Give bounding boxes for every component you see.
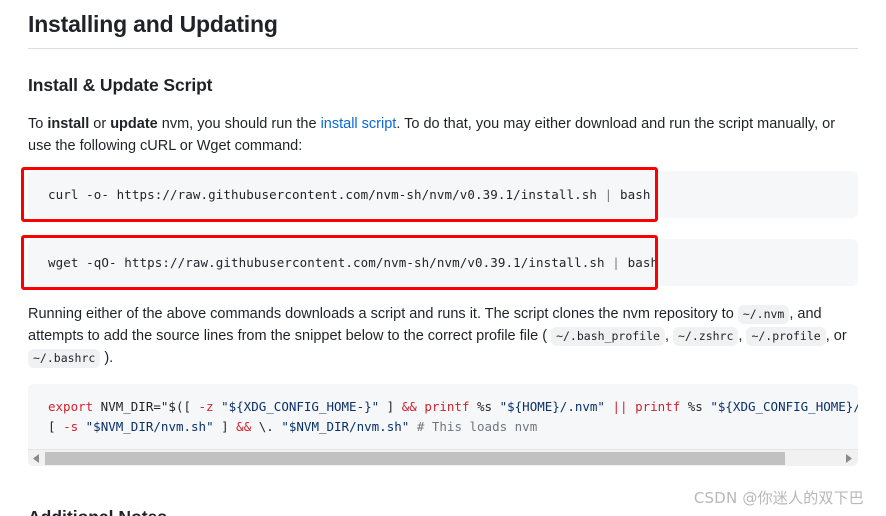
snippet-line-1: export NVM_DIR="$([ -z "${XDG_CONFIG_HOM… (48, 399, 858, 414)
curl-command-suffix: bash (612, 187, 651, 202)
snippet-horizontal-scrollbar[interactable] (28, 449, 858, 466)
code-token-s-16: "${XDG_CONFIG_HOME}/n (710, 399, 858, 414)
curl-command-prefix: curl -o- https://raw.githubusercontent.c… (48, 187, 605, 202)
explain-text-3: , (664, 328, 673, 344)
intro-text-2: or (89, 116, 111, 132)
code-token-p-3 (214, 399, 222, 414)
code-token-k-14: printf (635, 399, 681, 414)
csdn-watermark: CSDN @你迷人的双下巴 (693, 489, 864, 507)
curl-command-block[interactable]: curl -o- https://raw.githubusercontent.c… (28, 171, 858, 218)
inline-code-bashrc: ~/.bashrc (28, 349, 101, 368)
code-token-k-1: -s (63, 419, 79, 434)
code-token-c-9: # This loads nvm (416, 419, 538, 434)
code-token-k-2: -z (198, 399, 214, 414)
wget-command-wrapper: wget -qO- https://raw.githubusercontent.… (21, 235, 858, 290)
intro-paragraph: To install or update nvm, you should run… (28, 97, 858, 157)
code-token-k-12: || (612, 399, 628, 414)
scroll-right-arrow-icon[interactable] (841, 449, 858, 466)
scrollbar-thumb[interactable] (45, 451, 786, 465)
page-title: Installing and Updating (28, 11, 278, 37)
inline-code-bash-profile: ~/.bash_profile (551, 327, 665, 346)
code-token-p-9: %s (469, 399, 500, 414)
code-token-p-13 (628, 399, 636, 414)
code-token-k-6: && (401, 399, 417, 414)
scroll-left-arrow-icon[interactable] (28, 449, 45, 466)
code-token-p-0: [ (48, 419, 64, 434)
code-token-s-4: "${XDG_CONFIG_HOME-}" (221, 399, 380, 414)
nvm-source-snippet-panel: export NVM_DIR="$([ -z "${XDG_CONFIG_HOM… (28, 384, 858, 466)
code-token-k-5: && (236, 419, 252, 434)
explain-text-6: ). (100, 350, 114, 366)
code-token-p-6: \. (251, 419, 282, 434)
inline-code-zshrc: ~/.zshrc (673, 327, 739, 346)
intro-text-1: To (28, 116, 48, 132)
code-token-k-8: printf (424, 399, 470, 414)
code-token-p-2 (78, 419, 86, 434)
documentation-page: Installing and Updating Install & Update… (0, 0, 886, 516)
intro-bold-install: install (47, 116, 90, 132)
nvm-source-snippet-code[interactable]: export NVM_DIR="$([ -z "${XDG_CONFIG_HOM… (28, 384, 858, 449)
section-heading-install-update-script: Install & Update Script (28, 75, 213, 95)
code-token-s-10: "${HOME}/.nvm" (499, 399, 605, 414)
code-token-p-15: %s (680, 399, 711, 414)
code-token-k-0: export (48, 399, 94, 414)
wget-command-pipe: | (612, 255, 620, 270)
intro-text-3: nvm, you should run the (157, 116, 321, 132)
intro-bold-update: update (110, 116, 158, 132)
code-token-s-7: "$NVM_DIR/nvm.sh" (281, 419, 410, 434)
code-token-p-4: ] (213, 419, 237, 434)
inline-code-nvm-dir: ~/.nvm (737, 305, 790, 324)
section-heading-additional-notes: Additional Notes (28, 505, 167, 516)
wget-command-prefix: wget -qO- https://raw.githubusercontent.… (48, 255, 613, 270)
scrollbar-track[interactable] (45, 449, 841, 466)
code-token-p-5: ] (379, 399, 402, 414)
wget-command-text: wget -qO- https://raw.githubusercontent.… (48, 255, 658, 270)
code-token-p-8 (409, 419, 417, 434)
code-token-s-3: "$NVM_DIR/nvm.sh" (85, 419, 214, 434)
explanation-paragraph: Running either of the above commands dow… (28, 286, 858, 369)
explain-text-1: Running either of the above commands dow… (28, 306, 738, 322)
inline-code-profile: ~/.profile (746, 327, 826, 346)
snippet-line-2: [ -s "$NVM_DIR/nvm.sh" ] && \. "$NVM_DIR… (48, 419, 537, 434)
wget-command-block[interactable]: wget -qO- https://raw.githubusercontent.… (28, 239, 858, 286)
code-token-p-1: NVM_DIR="$([ (93, 399, 199, 414)
curl-command-text: curl -o- https://raw.githubusercontent.c… (48, 187, 650, 202)
curl-command-wrapper: curl -o- https://raw.githubusercontent.c… (21, 167, 858, 222)
install-script-link[interactable]: install script (321, 116, 397, 132)
explain-text-5: , or (825, 328, 847, 344)
wget-command-suffix: bash (619, 255, 659, 270)
